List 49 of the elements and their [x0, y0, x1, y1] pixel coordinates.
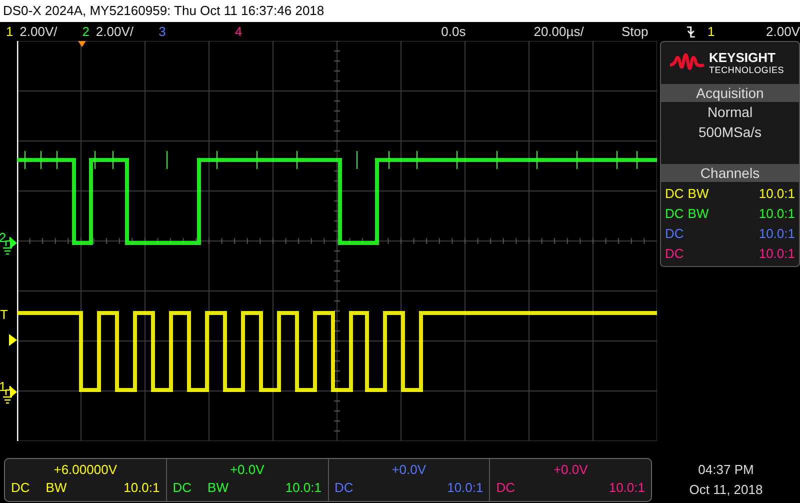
- channel-offset[interactable]: +0.0V: [230, 461, 264, 479]
- bandwidth-limit: BW: [688, 205, 709, 223]
- channel-number[interactable]: 1: [6, 24, 20, 39]
- probe-ratio: 10.0:1: [124, 479, 160, 497]
- channel-marker-label: 2: [0, 231, 6, 245]
- channel-offset[interactable]: +6.00000V: [54, 461, 117, 479]
- probe-ratio: 10.0:1: [758, 245, 795, 263]
- channel-scale: 2.00V/: [96, 24, 135, 39]
- probe-ratio: 10.0:1: [447, 479, 484, 497]
- probe-ratio: 10.0:1: [758, 225, 795, 243]
- channel-coupling: DC: [665, 225, 684, 243]
- clock-date: Oct 11, 2018: [689, 481, 763, 499]
- probe-ratio: 10.0:1: [285, 479, 322, 497]
- probe-ratio: 10.0:1: [758, 185, 795, 203]
- probe-ratio: 10.0:1: [608, 479, 645, 497]
- channel-scale: 2.00V/: [20, 24, 58, 39]
- brand-name: KEYSIGHT: [709, 51, 776, 65]
- probe-ratio: 10.0:1: [758, 205, 795, 223]
- acquisition-mode: Normal: [707, 103, 753, 122]
- channel-offset[interactable]: +0.0V: [553, 461, 588, 479]
- channel-coupling: DC: [665, 205, 684, 223]
- falling-edge-icon: [686, 24, 696, 38]
- trigger-channel: 1: [708, 24, 716, 39]
- channel-number[interactable]: 4: [234, 24, 248, 39]
- channel-coupling: DC: [334, 479, 354, 497]
- trigger-level: 2.00V: [766, 24, 800, 39]
- channel-coupling: DC: [665, 245, 684, 263]
- trigger-position-marker[interactable]: [78, 41, 86, 47]
- channel-coupling: DC: [172, 479, 192, 497]
- bandwidth-limit: BW: [688, 185, 709, 203]
- window-title: DS0-X 2024A, MY52160959: Thu Oct 11 16:37:46 2018: [0, 0, 800, 22]
- acquisition-header[interactable]: Acquisition: [661, 84, 799, 102]
- sample-rate: 500MSa/s: [698, 123, 762, 142]
- channels-header[interactable]: Channels: [661, 164, 799, 182]
- channel-coupling: DC: [665, 185, 684, 203]
- channel-number[interactable]: 2: [82, 24, 96, 39]
- clock-time: 04:37 PM: [698, 461, 754, 479]
- channel-number[interactable]: 3: [158, 24, 172, 39]
- channel-coupling: DC: [11, 479, 30, 497]
- trigger-label: T: [0, 308, 8, 322]
- channel-marker-label: 1: [0, 380, 6, 394]
- channel-coupling: DC: [496, 479, 516, 497]
- bandwidth-limit: BW: [46, 479, 67, 497]
- time-delay: 0.0s: [441, 24, 467, 39]
- channel-offset[interactable]: +0.0V: [392, 461, 426, 479]
- timebase: 20.00µs/: [534, 24, 585, 39]
- bandwidth-limit: BW: [208, 479, 228, 497]
- run-state: Stop: [621, 24, 650, 39]
- brand-subtitle: TECHNOLOGIES: [709, 65, 784, 75]
